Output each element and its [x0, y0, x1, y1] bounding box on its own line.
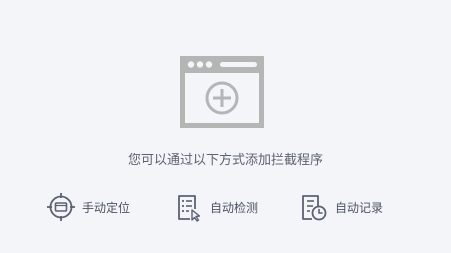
manual-locate-button[interactable]: 手动定位	[46, 190, 130, 224]
list-cursor-icon	[174, 192, 204, 222]
document-clock-icon	[299, 192, 329, 222]
auto-detect-label: 自动检测	[210, 200, 259, 215]
browser-window-add-icon	[180, 56, 264, 128]
add-method-actions: 手动定位 自动检测 自动记录	[0, 190, 451, 224]
crosshair-target-icon	[46, 192, 76, 222]
auto-record-button[interactable]: 自动记录	[299, 190, 383, 224]
empty-state-panel: 您可以通过以下方式添加拦截程序 手动定位 自动检测 自动记录	[0, 0, 451, 253]
empty-state-hint: 您可以通过以下方式添加拦截程序	[127, 153, 323, 168]
auto-detect-button[interactable]: 自动检测	[174, 190, 258, 224]
manual-locate-label: 手动定位	[82, 200, 131, 215]
auto-record-label: 自动记录	[335, 200, 384, 215]
